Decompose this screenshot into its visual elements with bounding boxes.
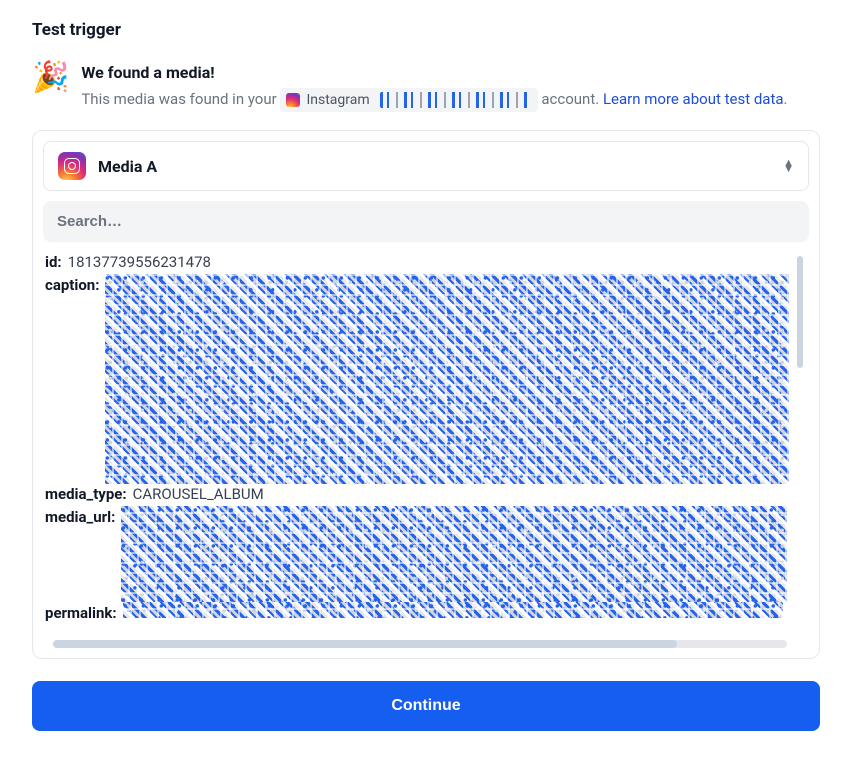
- vertical-scrollbar-thumb[interactable]: [797, 256, 803, 368]
- learn-more-link[interactable]: Learn more about test data: [603, 90, 784, 108]
- field-media-url-redacted: [121, 506, 787, 602]
- found-suffix: account.: [541, 90, 599, 108]
- found-subtext: This media was found in your Instagram a…: [81, 88, 787, 112]
- instagram-icon: [286, 93, 300, 107]
- account-app-name: Instagram: [306, 90, 369, 110]
- field-permalink: permalink:: [43, 602, 791, 625]
- field-permalink-label: permalink:: [45, 602, 117, 625]
- field-media-type-value: CAROUSEL_ALBUM: [133, 484, 264, 506]
- horizontal-scrollbar-track[interactable]: [53, 640, 787, 648]
- search-input[interactable]: [43, 201, 809, 242]
- field-caption: caption:: [43, 274, 791, 484]
- media-selector[interactable]: Media A ▲▼: [43, 141, 809, 191]
- field-media-type-label: media_type:: [45, 484, 127, 506]
- field-id: id: 18137739556231478: [43, 252, 791, 274]
- field-caption-redacted: [105, 274, 789, 484]
- found-prefix: This media was found in your: [81, 90, 276, 108]
- party-popper-icon: 🎉: [32, 63, 69, 93]
- field-media-type: media_type: CAROUSEL_ALBUM: [43, 484, 791, 506]
- instagram-icon: [58, 152, 86, 180]
- account-name-redacted: [380, 92, 530, 108]
- field-permalink-redacted: [123, 602, 783, 618]
- fields-scroll-area[interactable]: id: 18137739556231478 caption: media_typ…: [43, 252, 809, 648]
- select-arrows-icon: ▲▼: [783, 160, 794, 172]
- media-selector-label: Media A: [98, 155, 157, 178]
- section-title: Test trigger: [32, 18, 820, 43]
- horizontal-scrollbar-thumb[interactable]: [53, 640, 677, 648]
- found-media-banner: 🎉 We found a media! This media was found…: [32, 61, 820, 112]
- field-media-url-label: media_url:: [45, 506, 115, 529]
- period: .: [784, 90, 788, 108]
- field-caption-label: caption:: [45, 274, 99, 297]
- found-heading: We found a media!: [81, 61, 787, 84]
- field-id-value: 18137739556231478: [68, 252, 211, 274]
- result-card: Media A ▲▼ id: 18137739556231478 caption…: [32, 130, 820, 659]
- continue-button[interactable]: Continue: [32, 681, 820, 731]
- account-chip[interactable]: Instagram: [280, 88, 537, 112]
- field-id-label: id:: [45, 252, 62, 274]
- field-media-url: media_url:: [43, 506, 791, 602]
- fields-panel: id: 18137739556231478 caption: media_typ…: [43, 252, 809, 648]
